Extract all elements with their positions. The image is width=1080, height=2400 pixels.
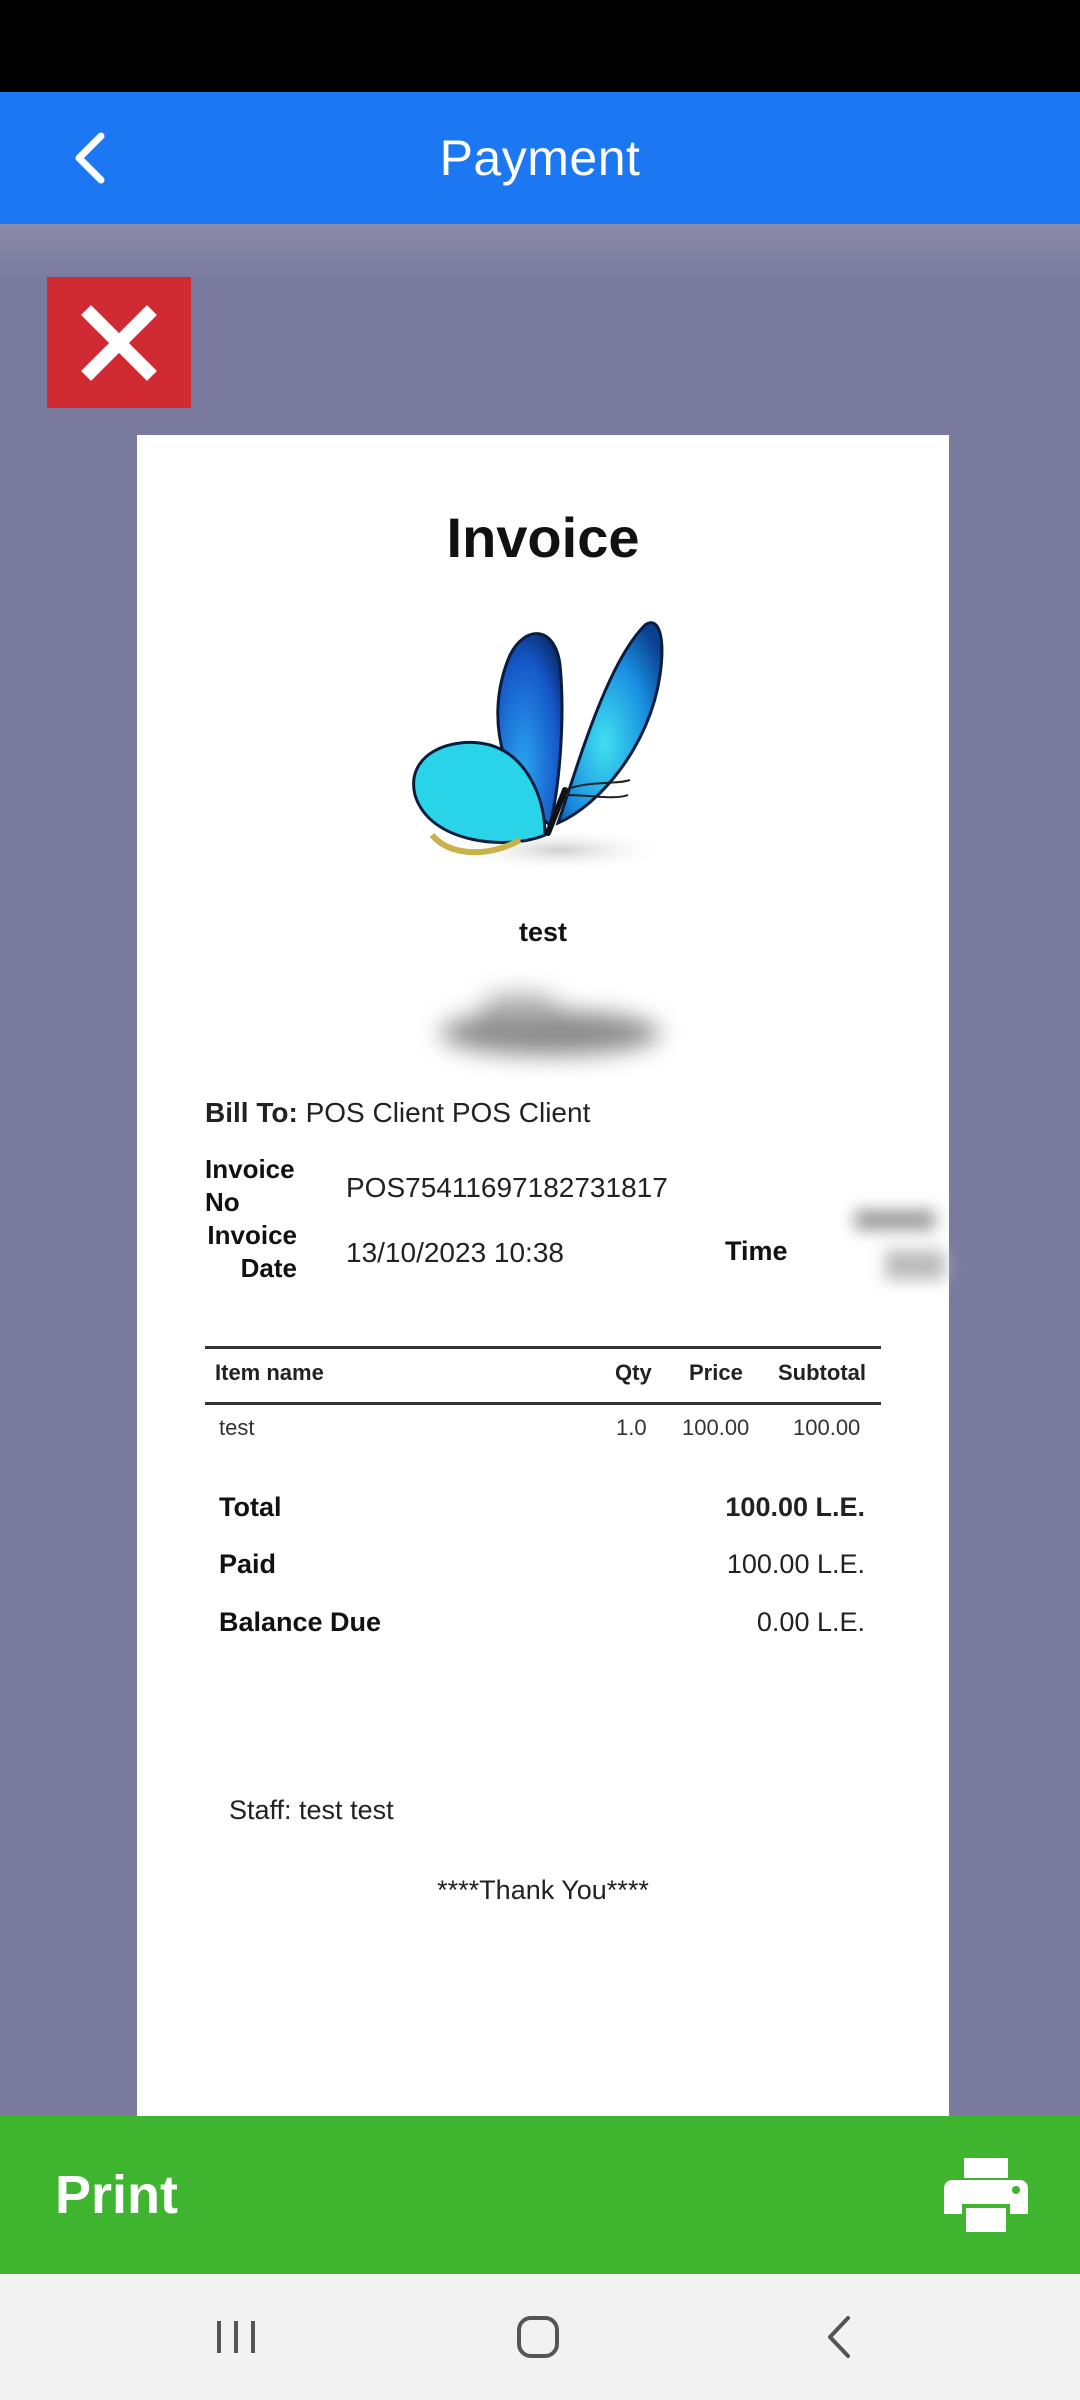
balance-due-value: 0.00 L.E. [756,1607,865,1637]
col-header-qty: Qty [615,1360,652,1385]
close-button[interactable] [47,277,191,408]
total-label: Total [219,1492,282,1522]
bill-to: Bill To: POS Client POS Client [205,1097,591,1128]
chevron-left-icon [75,132,105,184]
page-title: Payment [439,130,641,186]
back-button[interactable] [44,112,136,204]
nav-back-button[interactable] [780,2294,900,2380]
app-bar: Payment [0,92,1080,224]
col-header-subtotal: Subtotal [778,1360,866,1385]
col-header-item: Item name [215,1360,324,1385]
invoice-number: POS75411697182731817 [346,1172,668,1203]
butterfly-logo [412,621,670,872]
thank-you-note: ****Thank You**** [437,1875,649,1905]
col-header-price: Price [689,1360,743,1385]
paid-label: Paid [219,1549,277,1579]
home-icon [517,2316,559,2358]
status-bar [0,0,1080,92]
invoice-title: Invoice [446,506,640,569]
nav-back-icon [828,2316,850,2358]
shop-name: test [518,917,567,947]
invoice-preview: Invoice test Bill To: POS Client POS Cli… [137,435,949,2116]
total-value: 100.00 L.E. [725,1492,865,1522]
blurred-address [440,993,660,1055]
balance-due-label: Balance Due [219,1607,382,1637]
invoice-no-label: Invoice No [205,1154,295,1217]
system-nav-bar [0,2274,1080,2400]
home-button[interactable] [478,2294,598,2380]
print-label: Print [55,2165,179,2225]
invoice-date-label: Invoice Date [207,1220,297,1283]
invoice-date: 13/10/2023 10:38 [346,1237,564,1268]
blurred-time [855,1210,945,1280]
staff-name: Staff: test test [229,1795,394,1825]
time-label: Time [725,1236,788,1266]
paid-value: 100.00 L.E. [726,1549,865,1579]
printer-icon [944,2158,1028,2232]
recents-icon [217,2321,255,2353]
print-button[interactable]: Print [0,2116,1080,2274]
close-icon [81,304,157,381]
recents-button[interactable] [176,2294,296,2380]
